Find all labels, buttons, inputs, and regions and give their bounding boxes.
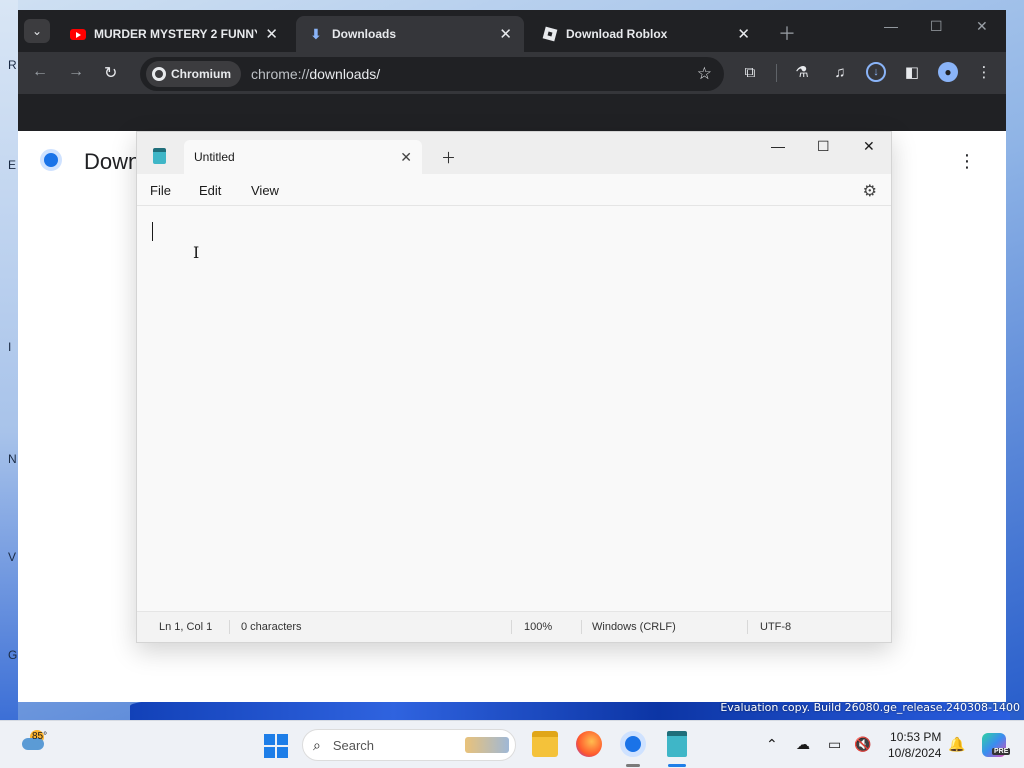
- desktop-icon-label[interactable]: R: [8, 58, 17, 72]
- gear-icon[interactable]: ⚙: [863, 181, 877, 201]
- new-tab-icon[interactable]: ＋: [778, 20, 796, 46]
- close-icon[interactable]: ✕: [499, 25, 512, 43]
- downloads-icon[interactable]: ↓: [866, 62, 886, 82]
- page-menu-icon[interactable]: ⋮: [958, 151, 976, 172]
- forward-icon[interactable]: →: [68, 63, 84, 81]
- notepad-taskbar-icon[interactable]: [667, 731, 687, 757]
- side-panel-icon[interactable]: ◧: [902, 62, 922, 82]
- close-icon[interactable]: ✕: [400, 149, 412, 166]
- profile-avatar-icon[interactable]: ●: [938, 62, 958, 82]
- desktop-icon-label[interactable]: E: [8, 158, 16, 172]
- maximize-icon[interactable]: ☐: [817, 138, 830, 155]
- network-icon[interactable]: ▭: [828, 736, 841, 753]
- volume-muted-icon[interactable]: 🔇: [854, 736, 871, 753]
- chromium-logo-icon: [152, 67, 166, 81]
- chevron-up-icon[interactable]: ⌃: [766, 736, 778, 753]
- status-divider: [581, 620, 582, 634]
- search-icon: ⌕: [313, 736, 321, 753]
- close-window-icon[interactable]: ✕: [976, 18, 988, 35]
- tab-strip: ⌄ MURDER MYSTERY 2 FUNNY M ✕ ⬇ Downloads…: [18, 10, 1006, 52]
- media-controls-icon[interactable]: ♫: [830, 62, 850, 82]
- tab-title: Untitled: [194, 150, 235, 164]
- chromium-logo-icon: [40, 149, 62, 171]
- extensions-icon[interactable]: ⧉: [740, 62, 760, 82]
- notepad-tab-untitled[interactable]: Untitled ✕: [184, 140, 422, 174]
- chromium-icon[interactable]: [620, 731, 646, 757]
- reload-icon[interactable]: ↻: [104, 63, 117, 83]
- desktop-edge: R E I N V G: [0, 0, 18, 720]
- site-info-chip[interactable]: Chromium: [146, 61, 241, 87]
- notepad-titlebar[interactable]: Untitled ✕ ＋ — ☐ ✕: [137, 132, 891, 174]
- cursor-position: Ln 1, Col 1: [159, 621, 213, 633]
- tab-title: MURDER MYSTERY 2 FUNNY M: [94, 27, 258, 41]
- new-tab-icon[interactable]: ＋: [441, 147, 456, 168]
- preview-badge: PRE: [992, 748, 1011, 755]
- notepad-window: Untitled ✕ ＋ — ☐ ✕ File Edit View ⚙ I Ln…: [136, 131, 892, 643]
- running-indicator: [626, 764, 640, 767]
- close-window-icon[interactable]: ✕: [863, 138, 875, 155]
- ibeam-cursor-icon: I: [193, 243, 200, 262]
- search-placeholder: Search: [332, 737, 375, 753]
- desktop-icon-label[interactable]: I: [8, 340, 11, 354]
- page-title: Down: [84, 149, 141, 174]
- notification-bell-icon[interactable]: 🔔: [948, 736, 965, 753]
- minimize-icon[interactable]: —: [884, 18, 898, 34]
- status-divider: [511, 620, 512, 634]
- tab-youtube[interactable]: MURDER MYSTERY 2 FUNNY M ✕: [58, 16, 290, 52]
- chip-label: Chromium: [171, 67, 231, 81]
- notepad-app-icon: [153, 148, 166, 164]
- text-caret: [152, 222, 153, 241]
- windows-start-icon[interactable]: [264, 734, 288, 758]
- status-divider: [747, 620, 748, 634]
- taskbar-search[interactable]: ⌕ Search: [302, 729, 516, 761]
- search-highlight-icon: [465, 737, 509, 753]
- character-count: 0 characters: [241, 621, 302, 633]
- system-clock[interactable]: 10:53 PM 10/8/2024: [888, 729, 941, 761]
- firefox-icon[interactable]: [576, 731, 602, 757]
- desktop-icon-label[interactable]: N: [8, 452, 17, 466]
- close-icon[interactable]: ✕: [265, 25, 278, 43]
- download-icon: ⬇: [310, 25, 322, 42]
- desktop-icon-label[interactable]: V: [8, 550, 16, 564]
- menu-view[interactable]: View: [251, 183, 279, 198]
- more-menu-icon[interactable]: ⋮: [974, 62, 994, 82]
- youtube-icon: [70, 26, 86, 42]
- evaluation-watermark: Evaluation copy. Build 26080.ge_release.…: [720, 701, 1020, 714]
- text-editor[interactable]: I: [137, 206, 891, 611]
- maximize-icon[interactable]: ☐: [930, 18, 943, 35]
- active-indicator: [668, 764, 686, 767]
- taskbar: 85° ⌕ Search ⌃ ☁ ▭ 🔇 10:53 PM 10/8/2024 …: [0, 720, 1024, 768]
- line-ending[interactable]: Windows (CRLF): [592, 621, 676, 633]
- bookmarks-bar: [18, 94, 1006, 131]
- menu-edit[interactable]: Edit: [199, 183, 221, 198]
- toolbar-divider: [776, 64, 777, 82]
- status-divider: [229, 620, 230, 634]
- minimize-icon[interactable]: —: [771, 138, 785, 154]
- menu-file[interactable]: File: [150, 183, 171, 198]
- tab-title: Downloads: [332, 27, 397, 41]
- tab-roblox[interactable]: Download Roblox ✕: [530, 16, 762, 52]
- zoom-level[interactable]: 100%: [524, 621, 552, 633]
- roblox-icon: [542, 26, 558, 42]
- desktop-icon-label[interactable]: G: [8, 648, 17, 662]
- tab-search-button[interactable]: ⌄: [24, 19, 50, 43]
- chevron-down-icon: ⌄: [31, 24, 43, 38]
- clock-time: 10:53 PM: [890, 730, 942, 744]
- tab-title: Download Roblox: [566, 27, 668, 41]
- encoding[interactable]: UTF-8: [760, 621, 791, 633]
- clock-date: 10/8/2024: [888, 746, 942, 760]
- notepad-statusbar: Ln 1, Col 1 0 characters 100% Windows (C…: [137, 611, 891, 642]
- close-icon[interactable]: ✕: [737, 25, 750, 43]
- temperature: 85°: [32, 731, 48, 742]
- notepad-menubar: File Edit View ⚙: [137, 174, 891, 206]
- onedrive-offline-icon[interactable]: ☁: [796, 736, 810, 753]
- bookmark-star-icon[interactable]: ☆: [697, 64, 712, 84]
- tab-downloads[interactable]: ⬇ Downloads ✕: [296, 16, 524, 52]
- back-icon[interactable]: ←: [32, 63, 48, 81]
- address-bar[interactable]: Chromium chrome://downloads/ ☆: [140, 57, 724, 91]
- labs-flask-icon[interactable]: ⚗: [792, 62, 812, 82]
- file-explorer-icon[interactable]: [532, 731, 558, 757]
- url-text: chrome://downloads/: [251, 66, 381, 82]
- browser-toolbar: ← → ↻ Chromium chrome://downloads/ ☆ ⧉ ⚗…: [18, 52, 1006, 94]
